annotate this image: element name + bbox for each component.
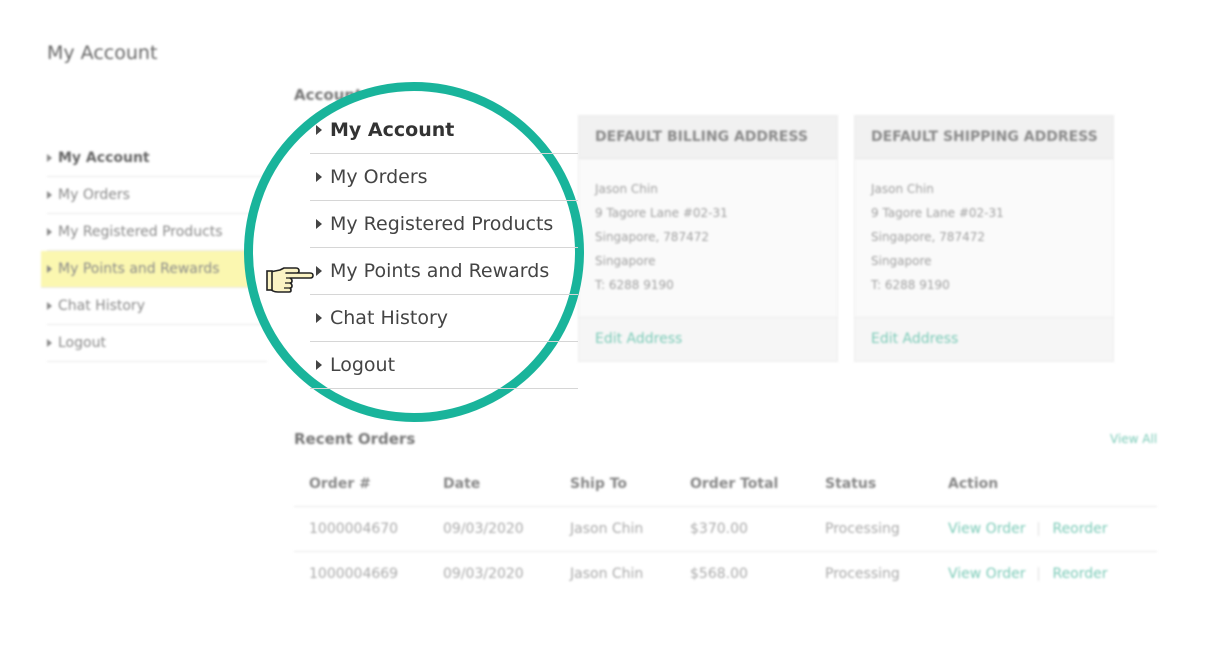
- magnified-item-label: My Points and Rewards: [330, 260, 550, 282]
- magnified-item-my-orders[interactable]: My Orders: [310, 154, 578, 201]
- view-order-link[interactable]: View Order: [948, 521, 1025, 537]
- column-header: Action: [948, 476, 999, 492]
- magnified-item-points-rewards[interactable]: My Points and Rewards: [310, 248, 578, 295]
- magnified-item-chat-history[interactable]: Chat History: [310, 295, 578, 342]
- sidebar-item-my-orders[interactable]: My Orders: [47, 177, 267, 214]
- magnified-account-menu: My Account My Orders My Registered Produ…: [310, 107, 578, 389]
- order-total: $370.00: [690, 521, 748, 537]
- billing-line: 9 Tagore Lane #02-31: [595, 206, 728, 220]
- order-status: Processing: [825, 566, 900, 582]
- sidebar-item-registered-products[interactable]: My Registered Products: [47, 214, 267, 251]
- magnified-item-registered-products[interactable]: My Registered Products: [310, 201, 578, 248]
- sidebar-item-label: My Points and Rewards: [58, 261, 220, 277]
- billing-line: Singapore, 787472: [595, 230, 709, 244]
- caret-right-icon: [47, 154, 52, 162]
- caret-right-icon: [47, 339, 52, 347]
- billing-address-card: DEFAULT BILLING ADDRESS Jason Chin 9 Tag…: [578, 115, 838, 362]
- order-status: Processing: [825, 521, 900, 537]
- shipping-address-body: Jason Chin 9 Tagore Lane #02-31 Singapor…: [855, 159, 1113, 317]
- page-title: My Account: [47, 42, 158, 64]
- sidebar-item-chat-history[interactable]: Chat History: [47, 288, 267, 325]
- magnified-item-label: My Account: [330, 119, 455, 141]
- action-divider: [1038, 567, 1040, 581]
- caret-right-icon: [316, 360, 322, 370]
- sidebar-nav: My Account My Orders My Registered Produ…: [41, 140, 267, 362]
- blurred-page: My Account My Account My Orders My Regis…: [0, 0, 1218, 653]
- table-row: 1000004670 09/03/2020 Jason Chin $370.00…: [294, 507, 1157, 552]
- shipping-edit-address-link[interactable]: Edit Address: [855, 317, 1113, 360]
- column-header: Ship To: [570, 476, 628, 492]
- caret-right-icon: [47, 228, 52, 236]
- billing-line: Jason Chin: [595, 182, 658, 196]
- caret-right-icon: [316, 125, 322, 135]
- sidebar-item-label: My Orders: [58, 187, 130, 203]
- sidebar-item-points-rewards[interactable]: My Points and Rewards: [41, 251, 267, 288]
- shipping-address-card: DEFAULT SHIPPING ADDRESS Jason Chin 9 Ta…: [854, 115, 1114, 362]
- order-ship-to: Jason Chin: [570, 566, 644, 582]
- magnified-item-label: Chat History: [330, 307, 449, 329]
- order-actions: View Order Reorder: [948, 566, 1108, 582]
- sidebar-item-label: Chat History: [58, 298, 145, 314]
- order-date: 09/03/2020: [443, 566, 524, 582]
- caret-right-icon: [316, 266, 322, 276]
- order-number: 1000004670: [309, 521, 399, 537]
- caret-right-icon: [316, 172, 322, 182]
- caret-right-icon: [47, 265, 52, 273]
- shipping-card-title: DEFAULT SHIPPING ADDRESS: [855, 116, 1113, 159]
- magnified-item-my-account[interactable]: My Account: [310, 107, 578, 154]
- sidebar-item-label: My Registered Products: [58, 224, 223, 240]
- caret-right-icon: [47, 302, 52, 310]
- pointing-hand-icon: [266, 267, 314, 293]
- order-ship-to: Jason Chin: [570, 521, 644, 537]
- caret-right-icon: [316, 219, 322, 229]
- column-header: Order Total: [690, 476, 779, 492]
- shipping-line: Singapore, 787472: [871, 230, 985, 244]
- billing-line: Singapore: [595, 254, 656, 268]
- caret-right-icon: [316, 313, 322, 323]
- table-header-row: Order # Date Ship To Order Total Status …: [294, 462, 1157, 507]
- view-order-link[interactable]: View Order: [948, 566, 1025, 582]
- shipping-line: 9 Tagore Lane #02-31: [871, 206, 1004, 220]
- reorder-link[interactable]: Reorder: [1052, 521, 1107, 537]
- view-all-link[interactable]: View All: [1110, 432, 1157, 446]
- order-total: $568.00: [690, 566, 748, 582]
- recent-orders-title: Recent Orders: [294, 430, 416, 448]
- shipping-line: Singapore: [871, 254, 932, 268]
- magnified-item-label: Logout: [330, 354, 396, 376]
- sidebar-item-my-account[interactable]: My Account: [47, 140, 267, 177]
- reorder-link[interactable]: Reorder: [1052, 566, 1107, 582]
- sidebar-item-label: My Account: [58, 150, 150, 166]
- column-header: Status: [825, 476, 877, 492]
- magnified-item-logout[interactable]: Logout: [310, 342, 578, 389]
- action-divider: [1038, 522, 1040, 536]
- billing-card-title: DEFAULT BILLING ADDRESS: [579, 116, 837, 159]
- recent-orders-table: Order # Date Ship To Order Total Status …: [294, 462, 1157, 596]
- billing-line: T: 6288 9190: [595, 278, 674, 292]
- magnified-item-label: My Orders: [330, 166, 428, 188]
- shipping-line: Jason Chin: [871, 182, 934, 196]
- magnified-item-label: My Registered Products: [330, 213, 554, 235]
- column-header: Order #: [309, 476, 371, 492]
- table-row: 1000004669 09/03/2020 Jason Chin $568.00…: [294, 552, 1157, 596]
- billing-address-body: Jason Chin 9 Tagore Lane #02-31 Singapor…: [579, 159, 837, 317]
- order-number: 1000004669: [309, 566, 399, 582]
- caret-right-icon: [47, 191, 52, 199]
- billing-edit-address-link[interactable]: Edit Address: [579, 317, 837, 360]
- sidebar-item-logout[interactable]: Logout: [47, 325, 267, 362]
- order-date: 09/03/2020: [443, 521, 524, 537]
- sidebar-item-label: Logout: [58, 335, 106, 351]
- column-header: Date: [443, 476, 481, 492]
- shipping-line: T: 6288 9190: [871, 278, 950, 292]
- order-actions: View Order Reorder: [948, 521, 1108, 537]
